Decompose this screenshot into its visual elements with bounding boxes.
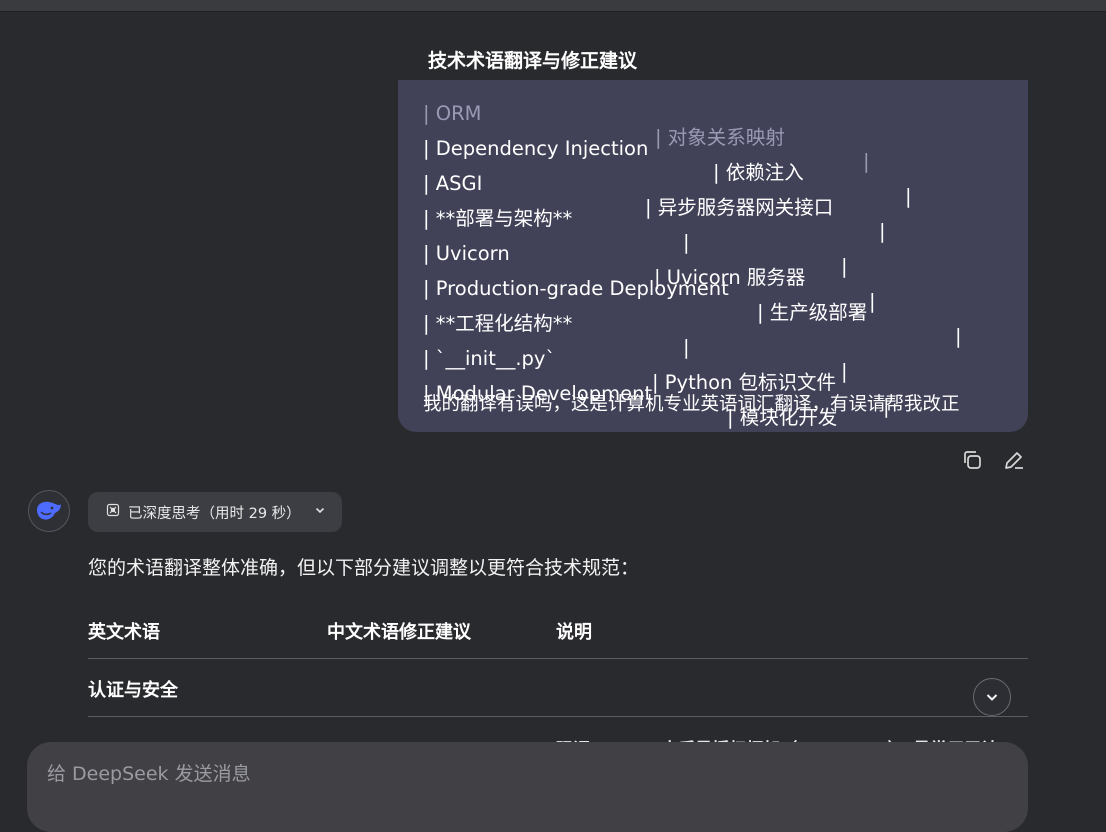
term-cell: | Dependency Injection bbox=[423, 137, 649, 160]
conversation-title: 技术术语翻译与修正建议 bbox=[428, 50, 638, 72]
translation-cell: | bbox=[683, 336, 690, 359]
row-end: | bbox=[869, 290, 876, 313]
translation-cell: | 依赖注入 bbox=[713, 161, 804, 184]
translation-cell: | 生产级部署 bbox=[757, 301, 868, 324]
table-header-notes: 说明 bbox=[556, 622, 592, 643]
row-end: | bbox=[879, 220, 886, 243]
translation-cell: | 对象关系映射 bbox=[655, 126, 785, 149]
term-cell: | Production-grade Deployment bbox=[423, 277, 729, 300]
scroll-to-bottom-button[interactable] bbox=[973, 678, 1011, 716]
copy-icon[interactable] bbox=[960, 448, 984, 472]
table-divider bbox=[88, 658, 1028, 659]
row-end: | bbox=[863, 150, 870, 173]
assistant-intro: 您的术语翻译整体准确，但以下部分建议调整以更符合技术规范： bbox=[88, 557, 640, 579]
message-composer bbox=[27, 742, 1028, 832]
table-header-english: 英文术语 bbox=[88, 622, 160, 643]
user-message-bubble: | ORM | 对象关系映射 | | Dependency Injection … bbox=[398, 80, 1028, 432]
table-header-chinese: 中文术语修正建议 bbox=[327, 622, 471, 643]
table-divider bbox=[88, 716, 1028, 717]
window-top-strip bbox=[0, 0, 1106, 12]
atom-icon bbox=[106, 503, 120, 521]
deep-think-label: 已深度思考（用时 29 秒） bbox=[128, 505, 301, 522]
deep-think-toggle[interactable]: 已深度思考（用时 29 秒） bbox=[88, 492, 342, 532]
translation-cell: | Python 包标识文件 bbox=[652, 371, 837, 394]
row-end: | bbox=[925, 430, 932, 432]
message-actions bbox=[960, 448, 1026, 472]
user-question: 我的翻译有误吗，这是计算机专业英语词汇翻译，有误请帮我改正 bbox=[423, 394, 960, 415]
row-end: | bbox=[841, 255, 848, 278]
table-section-label: 认证与安全 bbox=[88, 680, 178, 701]
row-end: | bbox=[841, 360, 848, 383]
chevron-down-icon bbox=[314, 504, 326, 520]
chevron-down-icon bbox=[986, 694, 998, 701]
bubble-fade bbox=[398, 80, 1028, 102]
row-end: | bbox=[955, 325, 962, 348]
edit-icon[interactable] bbox=[1002, 448, 1026, 472]
translation-cell: | 异步服务器网关接口 bbox=[645, 196, 834, 219]
row-end: | bbox=[905, 185, 912, 208]
deepseek-whale-icon bbox=[28, 490, 70, 532]
message-input[interactable] bbox=[45, 758, 949, 790]
translation-cell: | bbox=[683, 231, 690, 254]
